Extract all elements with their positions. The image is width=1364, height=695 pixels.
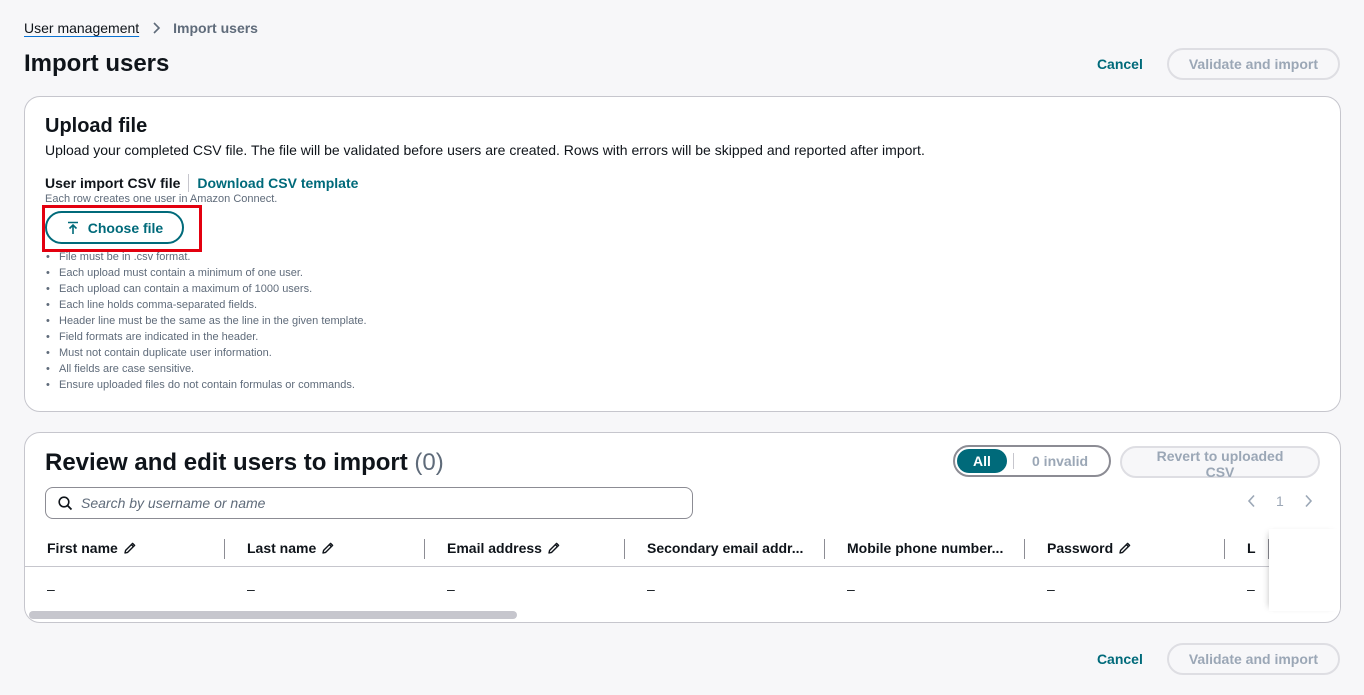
cancel-button[interactable]: Cancel xyxy=(1097,651,1143,667)
user-count: (0) xyxy=(414,449,444,476)
breadcrumb-current: Import users xyxy=(173,20,258,36)
list-item: Field formats are indicated in the heade… xyxy=(45,329,367,345)
chevron-left-icon[interactable] xyxy=(1247,494,1256,508)
segment-divider xyxy=(1013,453,1014,469)
column-header[interactable]: Password xyxy=(1025,529,1225,567)
upload-file-title: Upload file xyxy=(45,115,148,137)
validate-and-import-button[interactable]: Validate and import xyxy=(1166,643,1340,675)
upload-icon xyxy=(66,221,80,235)
filter-segmented-control: All 0 invalid xyxy=(953,445,1111,477)
table-cell[interactable]: – xyxy=(1025,567,1225,611)
review-users-panel: Review and edit users to import (0) All … xyxy=(24,432,1341,623)
column-header[interactable]: First name xyxy=(25,529,225,567)
file-requirements-list: File must be in .csv format. Each upload… xyxy=(45,249,367,393)
table-row: – – – – – – – xyxy=(25,567,1269,611)
column-divider xyxy=(1340,539,1341,559)
breadcrumb-user-management[interactable]: User management xyxy=(24,20,139,36)
header-actions: Cancel Validate and import xyxy=(1097,48,1340,80)
table-cell[interactable]: – xyxy=(825,567,1025,611)
choose-file-button[interactable]: Choose file xyxy=(45,211,184,244)
pencil-icon xyxy=(547,541,561,555)
csv-field-header: User import CSV file Download CSV templa… xyxy=(45,174,358,192)
list-item: Each upload must contain a minimum of on… xyxy=(45,265,367,281)
table-cell[interactable]: – xyxy=(1225,567,1269,611)
pencil-icon xyxy=(1118,541,1132,555)
filter-all-button[interactable]: All xyxy=(957,449,1007,473)
column-header[interactable]: Mobile phone number... xyxy=(825,529,1025,567)
validate-and-import-button[interactable]: Validate and import xyxy=(1166,48,1340,80)
footer-actions: Cancel Validate and import xyxy=(1097,643,1340,675)
pencil-icon xyxy=(321,541,335,555)
upload-file-panel: Upload file Upload your completed CSV fi… xyxy=(24,96,1341,412)
filter-invalid-button[interactable]: 0 invalid xyxy=(1032,453,1088,469)
pencil-icon xyxy=(123,541,137,555)
table-cell[interactable]: – xyxy=(225,567,425,611)
list-item: Ensure uploaded files do not contain for… xyxy=(45,377,367,393)
list-item: Must not contain duplicate user informat… xyxy=(45,345,367,361)
column-header[interactable]: Last name xyxy=(225,529,425,567)
column-header[interactable]: L xyxy=(1225,529,1269,567)
list-item: Header line must be the same as the line… xyxy=(45,313,367,329)
search-field xyxy=(45,487,693,519)
table-cell[interactable]: – xyxy=(625,567,825,611)
chevron-right-icon[interactable] xyxy=(1304,494,1313,508)
sticky-actions-column xyxy=(1269,529,1341,611)
page-title: Import users xyxy=(24,50,170,77)
cancel-button[interactable]: Cancel xyxy=(1097,56,1143,72)
search-input[interactable] xyxy=(81,495,641,511)
upload-file-description: Upload your completed CSV file. The file… xyxy=(45,142,925,158)
page-number[interactable]: 1 xyxy=(1276,493,1284,509)
review-users-title: Review and edit users to import (0) xyxy=(45,449,444,477)
pagination: 1 xyxy=(1247,493,1313,509)
table-cell[interactable]: – xyxy=(425,567,625,611)
column-header[interactable]: Secondary email addr... xyxy=(625,529,825,567)
field-divider xyxy=(188,174,190,192)
table-header-row: First name Last name Email address Secon… xyxy=(25,529,1269,567)
list-item: File must be in .csv format. xyxy=(45,249,367,265)
download-csv-template-link[interactable]: Download CSV template xyxy=(197,175,358,191)
chevron-right-icon xyxy=(151,22,161,34)
column-header[interactable]: Email address xyxy=(425,529,625,567)
revert-to-uploaded-csv-button[interactable]: Revert to uploaded CSV xyxy=(1120,446,1320,480)
csv-field-hint: Each row creates one user in Amazon Conn… xyxy=(45,193,278,205)
breadcrumb: User management Import users xyxy=(24,20,258,36)
choose-file-label: Choose file xyxy=(87,219,164,236)
list-item: Each upload can contain a maximum of 100… xyxy=(45,281,367,297)
review-title-text: Review and edit users to import xyxy=(45,449,408,476)
table-cell[interactable]: – xyxy=(25,567,225,611)
list-item: All fields are case sensitive. xyxy=(45,361,367,377)
horizontal-scrollbar[interactable] xyxy=(29,611,517,619)
csv-field-label: User import CSV file xyxy=(45,175,181,191)
users-table: First name Last name Email address Secon… xyxy=(25,529,1269,619)
search-icon xyxy=(58,495,73,511)
list-item: Each line holds comma-separated fields. xyxy=(45,297,367,313)
